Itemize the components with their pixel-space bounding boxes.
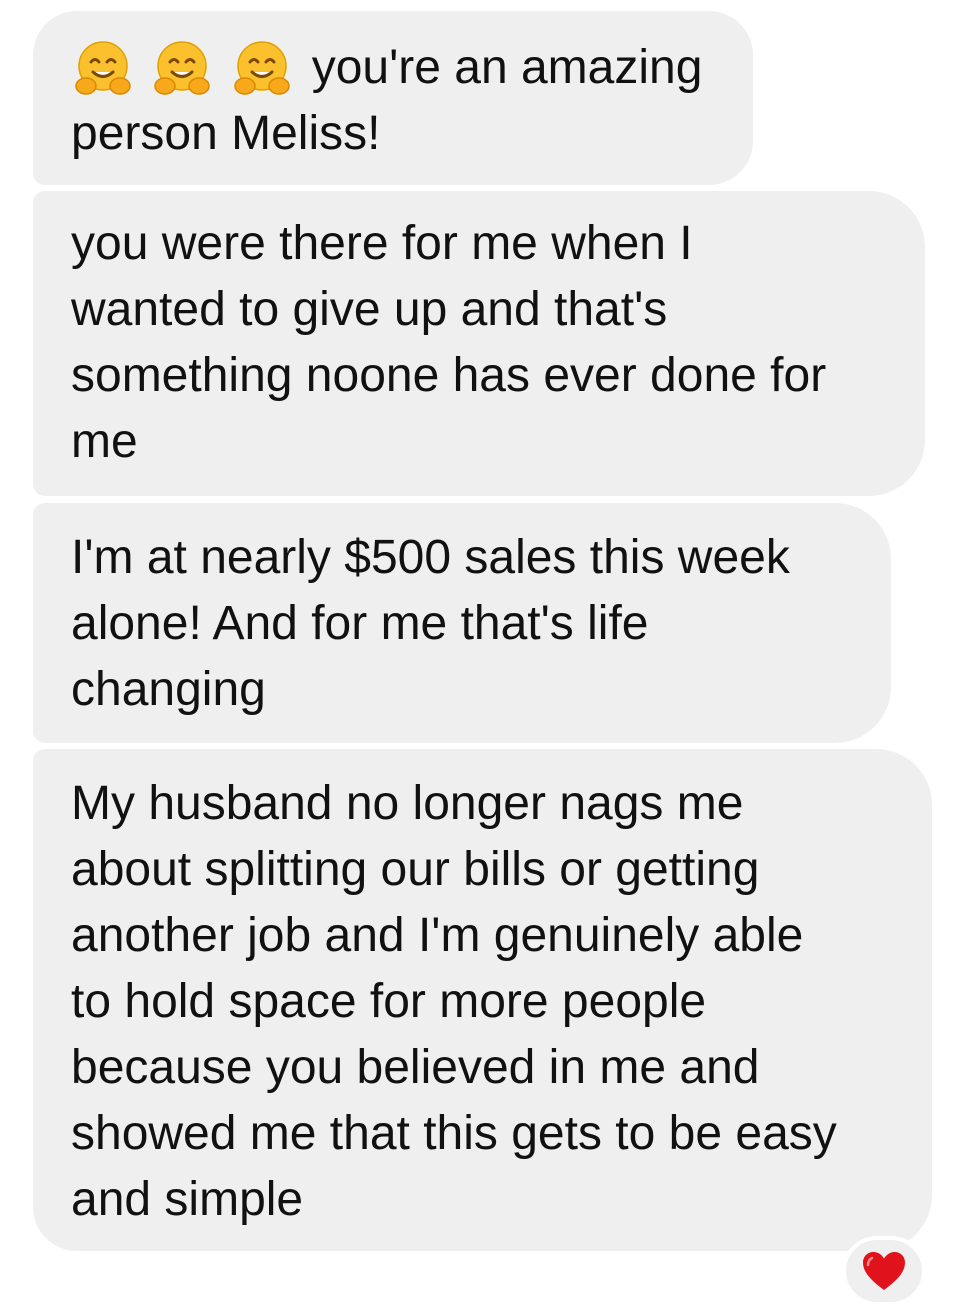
message-line: because you believed in me and bbox=[71, 1041, 760, 1094]
message-bubble[interactable]: you're an amazing person Meliss! bbox=[33, 11, 753, 185]
reaction-badge[interactable] bbox=[842, 1236, 926, 1306]
emoji-group bbox=[71, 33, 296, 100]
message-line: something noone has ever done for bbox=[71, 349, 827, 402]
message-line: wanted to give up and that's bbox=[71, 283, 668, 336]
message-bubble[interactable]: I'm at nearly $500 sales this week alone… bbox=[33, 503, 891, 743]
message-line: you were there for me when I bbox=[71, 217, 693, 270]
message-line: showed me that this gets to be easy bbox=[71, 1107, 837, 1160]
message-line: me bbox=[71, 415, 138, 468]
message-bubble[interactable]: My husband no longer nags me about split… bbox=[33, 749, 932, 1251]
hugging-face-icon bbox=[233, 41, 290, 95]
message-line: about splitting our bills or getting bbox=[71, 843, 760, 896]
message-line: another job and I'm genuinely able bbox=[71, 909, 804, 962]
hugging-face-icon bbox=[154, 41, 211, 95]
message-line: alone! And for me that's life bbox=[71, 597, 649, 650]
message-thread: you're an amazing person Meliss! you wer… bbox=[0, 0, 957, 1309]
message-line: and simple bbox=[71, 1173, 304, 1226]
message-bubble[interactable]: you were there for me when I wanted to g… bbox=[33, 191, 925, 496]
hugging-face-icon bbox=[75, 41, 131, 95]
message-line: to hold space for more people bbox=[71, 975, 707, 1028]
message-line: person Meliss! bbox=[71, 107, 381, 160]
message-line: My husband no longer nags me bbox=[71, 777, 744, 830]
heart-icon bbox=[863, 1252, 905, 1290]
message-line: changing bbox=[71, 663, 266, 716]
message-line: you're an amazing bbox=[311, 41, 703, 94]
message-line: I'm at nearly $500 sales this week bbox=[71, 531, 790, 584]
